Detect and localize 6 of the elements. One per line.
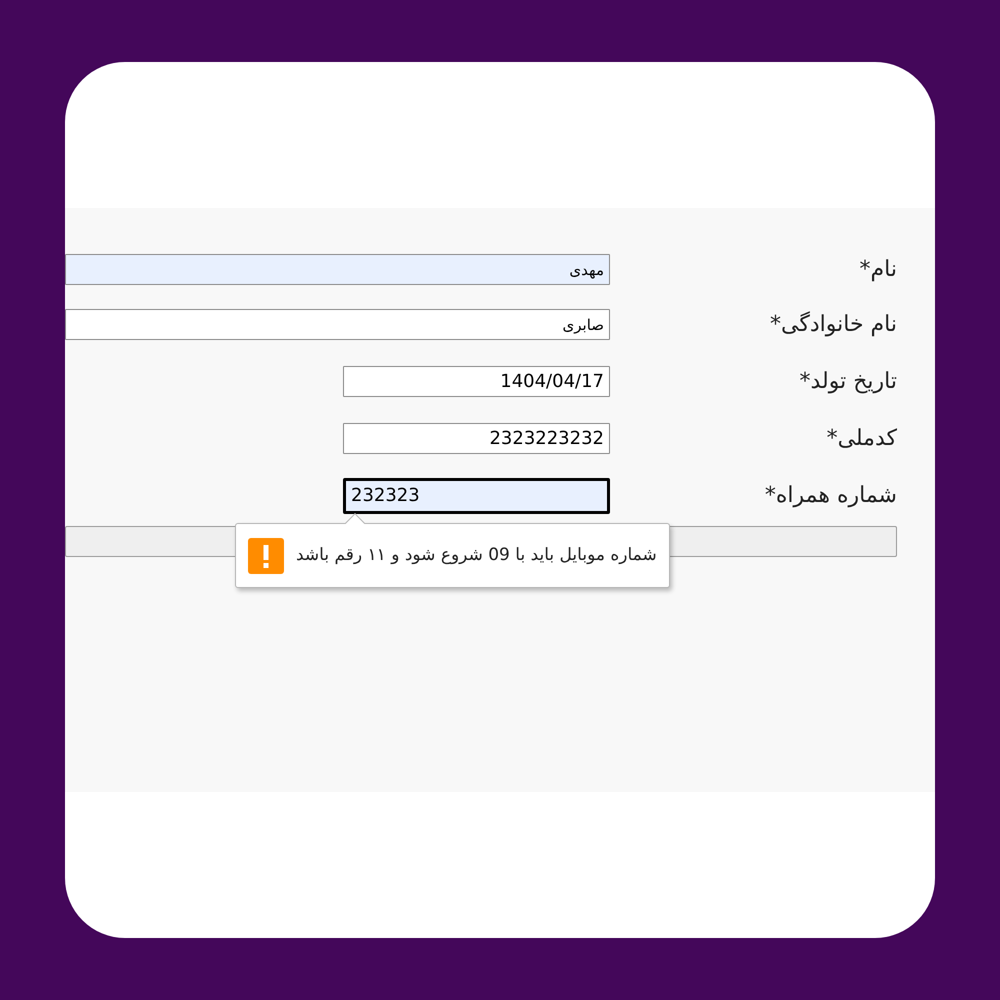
field-label: شماره همراه* [764, 482, 897, 510]
field-label: نام* [858, 256, 897, 284]
field-label: کدملی* [826, 425, 897, 453]
field-label: تاریخ تولد* [798, 368, 897, 396]
field-label: نام خانوادگی* [769, 310, 897, 339]
tooltip-message: شماره موبایل باید با 09 شروع شود و ۱۱ رقم باشد [296, 544, 657, 567]
